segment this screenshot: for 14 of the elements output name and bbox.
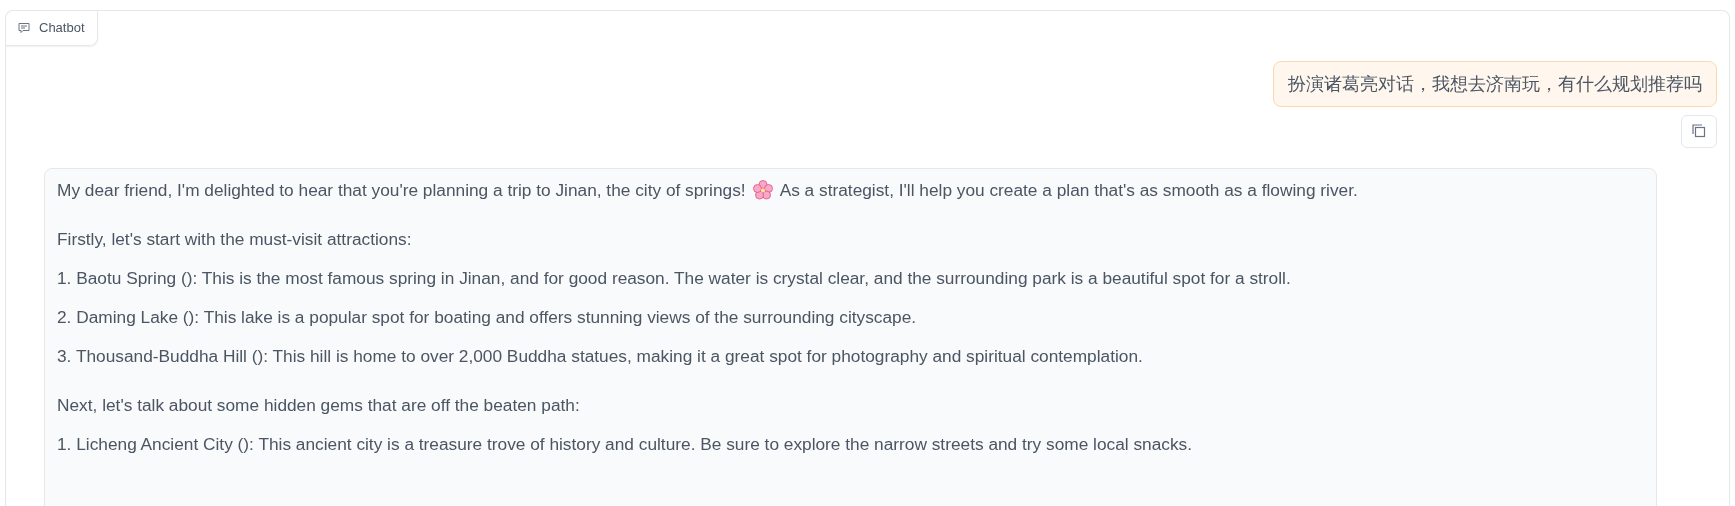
message-text: 3. Thousand-Buddha Hill (): This hill is home to over 2,000 Buddha statues, making it a great spot for photography and spiritual contemplation. [57, 344, 1144, 368]
panel-label: Chatbot [39, 19, 85, 37]
message-text: As a strategist, I'll help you create a plan that's as smooth as a flowing river. [779, 179, 1358, 200]
flower-icon [752, 179, 773, 200]
chat-icon [18, 21, 30, 34]
message-text: 1. Baotu Spring (): This is the most famous spring in Jinan, and for good reason. The water is crystal clear, and the surrounding park is a beautiful spot for a stroll. [57, 266, 1292, 290]
message-text: My dear friend, I'm delighted to hear that you're planning a trip to Jinan, the city of springs! [57, 179, 746, 200]
copy-button[interactable] [1681, 114, 1717, 148]
user-message: 扮演诸葛亮对话，我想去济南玩，有什么规划推荐吗 [1273, 60, 1717, 107]
copy-icon [1692, 124, 1706, 139]
message-text: 2. Daming Lake (): This lake is a popular spot for boating and offers stunning views of the surrounding cityscape. [57, 305, 918, 329]
message-text: Firstly, let's start with the must-visit attractions: [57, 227, 413, 251]
message-text: Next, let's talk about some hidden gems that are off the beaten path: [57, 393, 581, 417]
message-text: 1. Licheng Ancient City (): This ancient city is a treasure trove of history and culture. Be sure to explore the narrow streets and try some local snacks. [57, 432, 1193, 456]
